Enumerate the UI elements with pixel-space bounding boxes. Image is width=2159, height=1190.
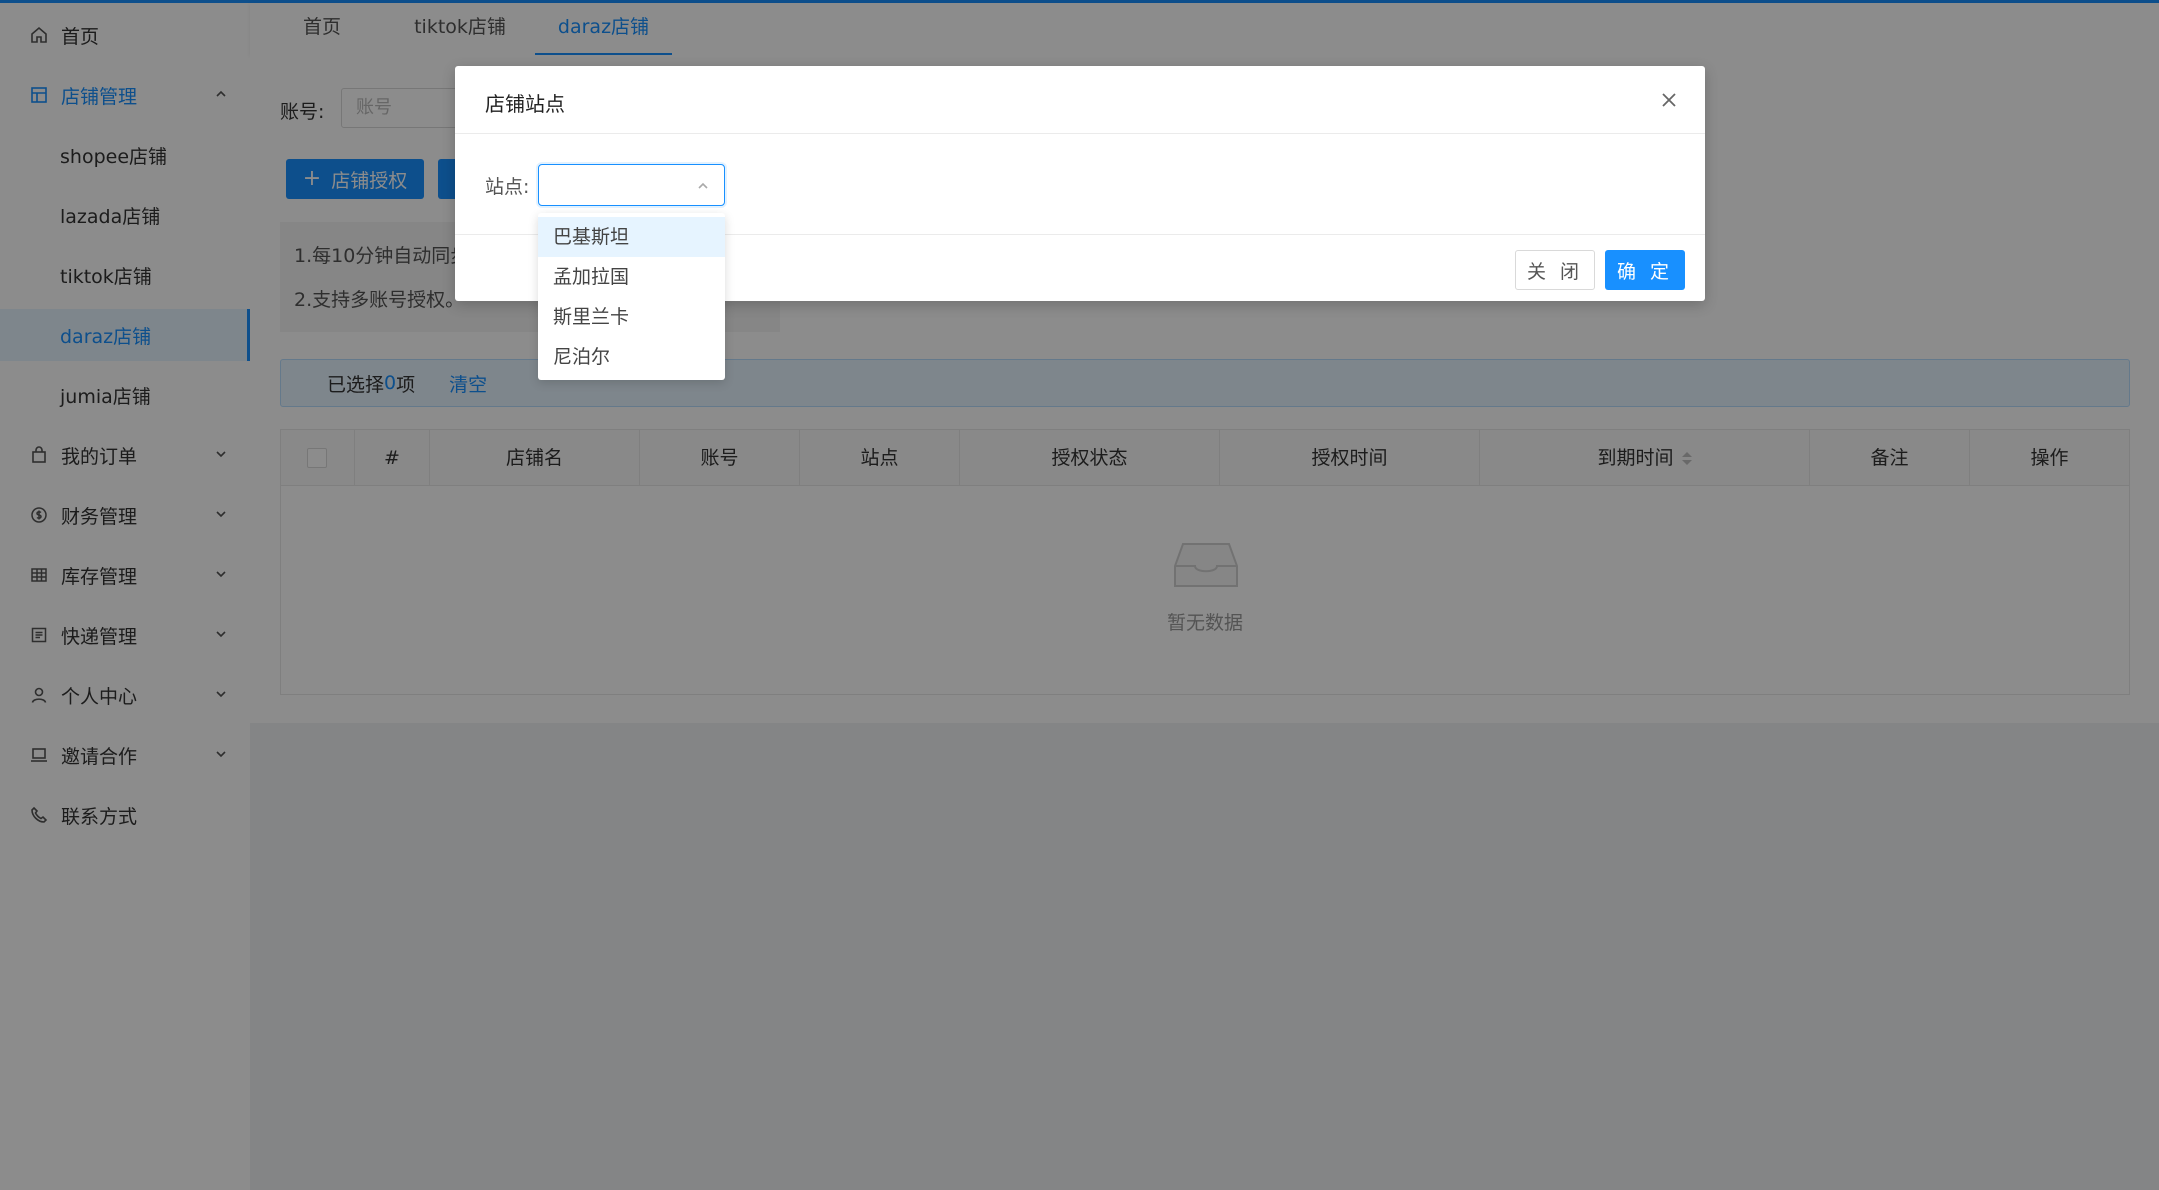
dialog-title: 店铺站点 [485,92,565,116]
close-icon[interactable] [1659,90,1679,110]
site-option-sri-lanka[interactable]: 斯里兰卡 [538,297,725,337]
confirm-button[interactable]: 确 定 [1605,250,1685,290]
site-select[interactable] [538,164,725,206]
site-option-nepal[interactable]: 尼泊尔 [538,337,725,377]
site-dropdown: 巴基斯坦 孟加拉国 斯里兰卡 尼泊尔 [538,213,725,380]
dialog-header: 店铺站点 [455,66,1705,134]
chevron-up-icon [698,182,708,189]
close-button[interactable]: 关 闭 [1515,250,1595,290]
site-option-pakistan[interactable]: 巴基斯坦 [538,217,725,257]
site-option-bangladesh[interactable]: 孟加拉国 [538,257,725,297]
site-field-label: 站点: [485,176,530,198]
